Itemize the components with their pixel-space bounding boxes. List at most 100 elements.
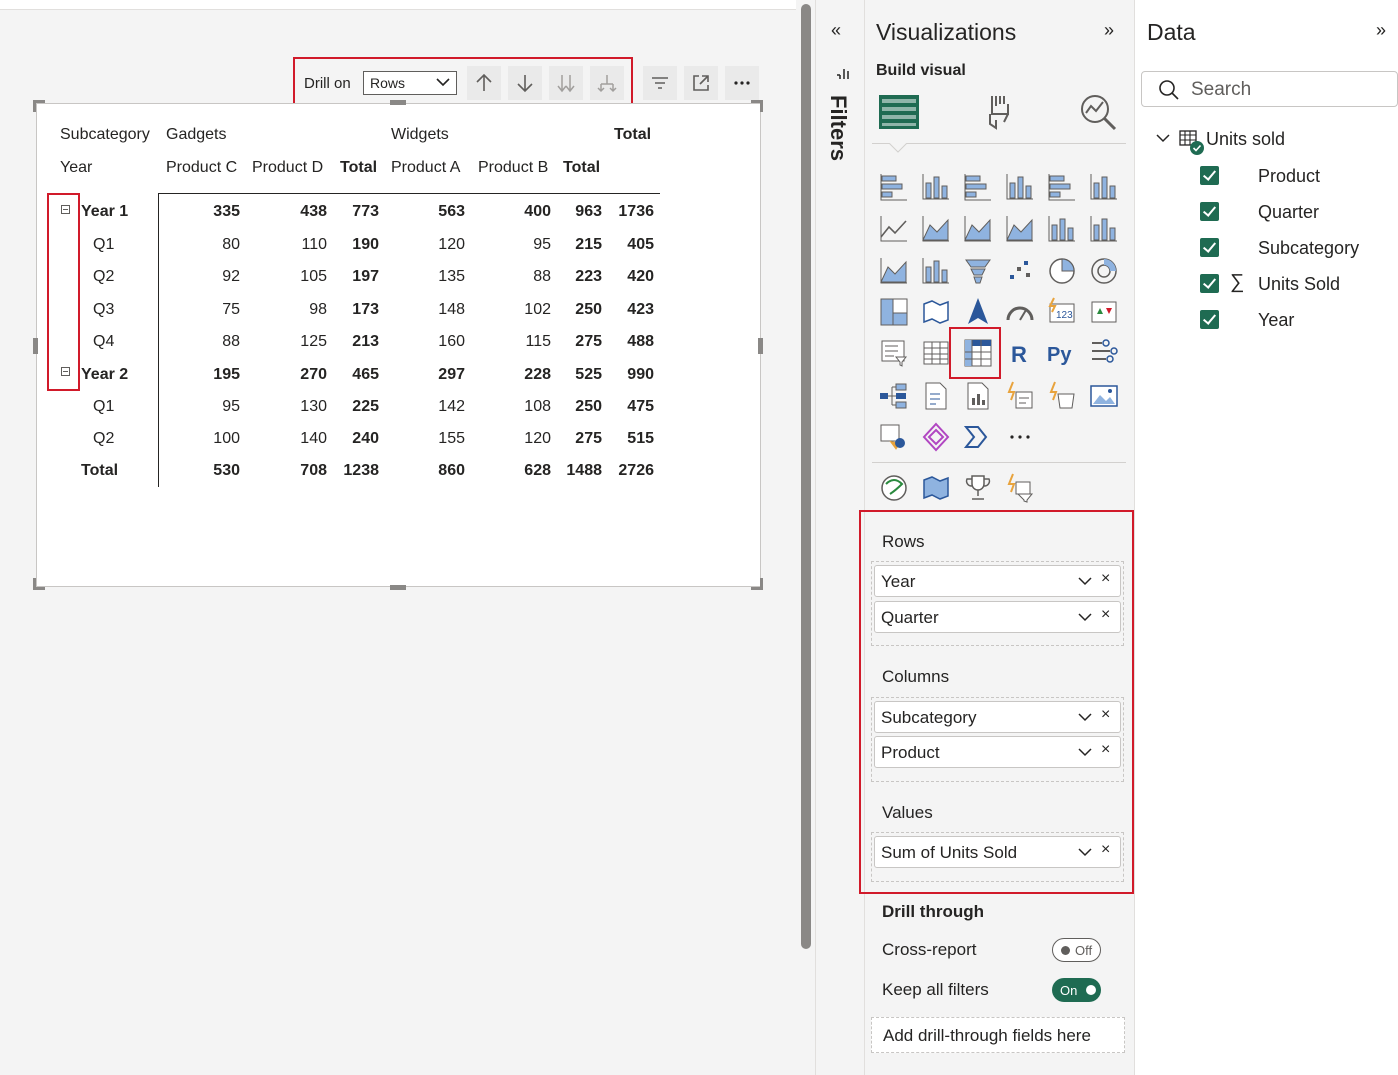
python-visual-icon[interactable]: Py — [1046, 337, 1078, 369]
resize-handle-left[interactable] — [33, 338, 38, 354]
slicer-icon[interactable] — [878, 337, 910, 369]
remove-field-icon[interactable]: × — [1101, 741, 1110, 759]
metrics-icon[interactable] — [920, 421, 952, 453]
table-icon[interactable] — [920, 337, 952, 369]
100-stacked-area-chart-icon[interactable] — [1004, 213, 1036, 245]
resize-handle-right[interactable] — [758, 338, 763, 354]
stacked-bar-chart-icon[interactable] — [878, 171, 910, 203]
remove-field-icon[interactable]: × — [1101, 841, 1110, 859]
remove-field-icon[interactable]: × — [1101, 706, 1110, 724]
100-stacked-bar-chart-icon[interactable] — [1046, 171, 1078, 203]
chevron-down-icon[interactable] — [1078, 612, 1092, 622]
map-icon[interactable] — [920, 296, 952, 328]
keep-all-filters-toggle[interactable]: On — [1052, 978, 1101, 1002]
expand-next-level-button[interactable] — [590, 66, 624, 100]
remove-field-icon[interactable]: × — [1101, 570, 1110, 588]
resize-corner-br[interactable] — [751, 578, 763, 590]
resize-corner-bl[interactable] — [33, 578, 45, 590]
canvas-scrollbar[interactable] — [801, 4, 811, 949]
field-checkbox[interactable] — [1200, 310, 1219, 329]
more-visuals-icon[interactable] — [1004, 421, 1036, 453]
field-label: Subcategory — [881, 708, 977, 727]
columns-field-subcategory[interactable]: Subcategory × — [874, 701, 1121, 733]
area-chart-icon[interactable] — [920, 213, 952, 245]
kpi-icon[interactable] — [1088, 296, 1120, 328]
visualizations-title: Visualizations — [876, 19, 1017, 45]
collapse-icon[interactable] — [61, 367, 70, 376]
field-checkbox[interactable] — [1200, 202, 1219, 221]
build-visual-label: Build visual — [876, 62, 966, 79]
rows-field-quarter[interactable]: Quarter × — [874, 601, 1121, 633]
tab-analytics[interactable] — [1074, 88, 1122, 136]
values-field-sum-units-sold[interactable]: Sum of Units Sold × — [874, 836, 1121, 868]
chevron-down-icon[interactable] — [1078, 712, 1092, 722]
chevron-down-icon[interactable] — [1078, 576, 1092, 586]
smart-narrative-icon[interactable] — [962, 380, 994, 412]
more-options-button[interactable] — [725, 66, 759, 100]
stacked-area-chart-icon[interactable] — [962, 213, 994, 245]
expand-right-icon[interactable]: » — [1104, 20, 1114, 41]
waterfall-chart-icon[interactable] — [920, 255, 952, 287]
remove-field-icon[interactable]: × — [1101, 606, 1110, 624]
resize-handle-top[interactable] — [390, 100, 406, 105]
funnel-chart-icon[interactable] — [962, 255, 994, 287]
resize-corner-tr[interactable] — [751, 100, 763, 112]
power-apps-icon[interactable] — [1004, 380, 1036, 412]
paginated-report-icon[interactable] — [920, 380, 952, 412]
line-and-clustered-column-chart-icon[interactable] — [1088, 213, 1120, 245]
chevron-down-icon[interactable] — [1156, 133, 1170, 143]
ribbon-chart-icon[interactable] — [878, 255, 910, 287]
card-icon[interactable]: 123 — [1046, 296, 1078, 328]
drill-up-button[interactable] — [467, 66, 501, 100]
chevron-down-icon[interactable] — [1078, 847, 1092, 857]
field-checkbox[interactable] — [1200, 166, 1219, 185]
filter-button[interactable] — [643, 66, 677, 100]
decomposition-tree-icon[interactable] — [878, 380, 910, 412]
collapse-left-icon[interactable]: « — [831, 20, 841, 41]
clustered-bar-chart-icon[interactable] — [962, 171, 994, 203]
go-to-next-level-button[interactable] — [549, 66, 583, 100]
gauge-icon[interactable] — [1004, 296, 1036, 328]
100-stacked-column-chart-icon[interactable] — [1088, 171, 1120, 203]
clustered-column-chart-icon[interactable] — [1004, 171, 1036, 203]
line-and-column-chart-icon[interactable] — [1046, 213, 1078, 245]
search-input[interactable]: Search — [1141, 71, 1398, 107]
drill-down-button[interactable] — [508, 66, 542, 100]
power-automate-filter-icon[interactable] — [1004, 472, 1036, 504]
qna-icon[interactable] — [878, 421, 910, 453]
values-well-title: Values — [882, 803, 933, 822]
rows-field-year[interactable]: Year × — [874, 565, 1121, 597]
stacked-column-chart-icon[interactable] — [920, 171, 952, 203]
pie-chart-icon[interactable] — [1046, 255, 1078, 287]
resize-handle-bottom[interactable] — [390, 585, 406, 590]
treemap-icon[interactable] — [878, 296, 910, 328]
focus-mode-button[interactable] — [684, 66, 718, 100]
scatter-chart-icon[interactable] — [1004, 255, 1036, 287]
chevron-down-icon[interactable] — [1078, 747, 1092, 757]
image-icon[interactable] — [1088, 380, 1120, 412]
field-checkbox[interactable] — [1200, 238, 1219, 257]
filters-pane-collapsed[interactable] — [815, 0, 864, 1075]
line-chart-icon[interactable] — [878, 213, 910, 245]
tab-build-visual[interactable] — [875, 88, 923, 136]
drill-on-dropdown[interactable]: Rows — [363, 71, 457, 95]
columns-field-product[interactable]: Product × — [874, 736, 1121, 768]
donut-chart-icon[interactable] — [1088, 255, 1120, 287]
power-automate-icon[interactable] — [1046, 380, 1078, 412]
collapse-icon[interactable] — [61, 205, 70, 214]
filters-label[interactable]: Filters — [825, 95, 851, 161]
expand-right-icon[interactable]: » — [1376, 20, 1386, 41]
drill-through-drop-zone[interactable]: Add drill-through fields here — [871, 1017, 1125, 1053]
filled-map-icon[interactable] — [920, 472, 952, 504]
table-name-units-sold[interactable]: Units sold — [1206, 129, 1285, 150]
tab-format-visual[interactable] — [976, 88, 1024, 136]
arcgis-map-icon[interactable] — [878, 472, 910, 504]
r-visual-icon[interactable]: R — [1004, 337, 1036, 369]
azure-map-icon[interactable] — [962, 296, 994, 328]
resize-corner-tl[interactable] — [33, 100, 45, 112]
field-checkbox[interactable] — [1200, 274, 1219, 293]
key-influencers-icon[interactable] — [1088, 337, 1120, 369]
cross-report-toggle[interactable]: Off — [1052, 938, 1101, 962]
trophy-icon[interactable] — [962, 472, 994, 504]
arrow-chevron-icon[interactable] — [962, 421, 994, 453]
